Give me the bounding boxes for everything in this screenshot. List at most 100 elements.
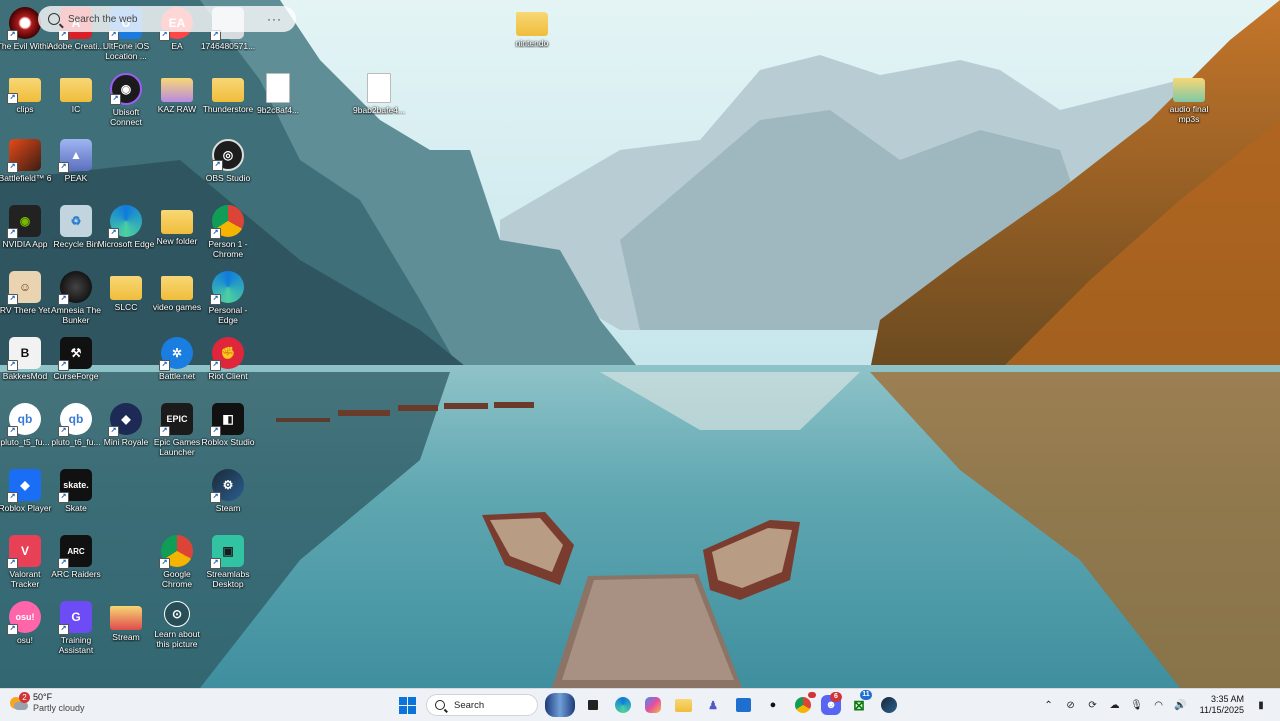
steam-app-icon[interactable] xyxy=(877,693,901,717)
alien-app-icon[interactable]: ● xyxy=(761,693,785,717)
new-folder-icon[interactable]: New folder xyxy=(148,202,206,264)
cloud-icon[interactable]: ☁ xyxy=(1107,697,1123,713)
desktop-icon-label: Streamlabs Desktop xyxy=(206,569,250,589)
teams-app-icon[interactable]: ♟ xyxy=(701,693,725,717)
skate-icon[interactable]: skate. ↗ Skate xyxy=(47,466,105,528)
file-glyph xyxy=(367,73,391,103)
video-games-folder-icon[interactable]: video games xyxy=(148,268,206,330)
sync-icon[interactable]: ⟳ xyxy=(1085,697,1101,713)
rv-there-yet-icon[interactable]: ☺ ↗ RV There Yet xyxy=(0,268,54,330)
chrome-app-icon[interactable] xyxy=(791,692,816,717)
file-9b2c8af4-icon[interactable]: 9b2c8af4... xyxy=(249,70,307,132)
wifi-icon[interactable]: ◠ xyxy=(1151,697,1167,713)
edge-personal-icon[interactable]: ↗ Personal - Edge xyxy=(199,268,257,330)
roblox-player-icon[interactable]: ◆ ↗ Roblox Player xyxy=(0,466,54,528)
roblox-studio-icon[interactable]: ◧ ↗ Roblox Studio xyxy=(199,400,257,462)
clips-folder-icon[interactable]: ↗ clips xyxy=(0,70,54,132)
desktop-icon-label: UltFone iOS Location ... xyxy=(102,41,150,61)
network-disabled-icon[interactable]: ⊘ xyxy=(1063,697,1079,713)
bakkesmod-glyph: B ↗ xyxy=(7,337,41,371)
osu-icon[interactable]: osu! ↗ osu! xyxy=(0,598,54,660)
copilot-app-icon[interactable] xyxy=(641,693,665,717)
desktop-icon-label: Learn about this picture xyxy=(154,629,200,649)
peak-icon[interactable]: ▲ ↗ PEAK xyxy=(47,136,105,198)
volume-icon[interactable]: 🔊 xyxy=(1173,697,1189,713)
pluto-t5-icon[interactable]: qb ↗ pluto_t5_fu... xyxy=(0,400,54,462)
arc-raiders-glyph: ARC ↗ xyxy=(58,535,92,569)
mini-royale-icon[interactable]: ◆ ↗ Mini Royale xyxy=(97,400,155,462)
store-app-icon[interactable] xyxy=(731,693,755,717)
ubisoft-glyph: ◉ ↗ xyxy=(110,73,142,105)
desktop-icon-label: Stream xyxy=(112,632,140,642)
stream-folder-icon[interactable]: Stream xyxy=(97,598,155,660)
desktop-icon-label: PEAK xyxy=(64,173,88,183)
bakkesmod-icon[interactable]: B ↗ BakkesMod xyxy=(0,334,54,396)
streamlabs-glyph: ▣ ↗ xyxy=(210,535,244,569)
ubisoft-connect-icon[interactable]: ◉ ↗ Ubisoft Connect xyxy=(97,70,155,132)
folder-glyph xyxy=(60,78,92,102)
camera-glyph: ⊙ xyxy=(164,601,190,627)
desktop-icon-label: osu! xyxy=(16,635,34,645)
search-highlight-icon[interactable] xyxy=(545,693,575,717)
battlefield-6-icon[interactable]: ↗ Battlefield™ 6 xyxy=(0,136,54,198)
microphone-icon[interactable]: 🎙 xyxy=(1129,697,1145,713)
file-explorer-app-icon[interactable] xyxy=(671,693,695,717)
chrome-person-1-icon[interactable]: ↗ Person 1 - Chrome xyxy=(199,202,257,264)
clock-date: 11/15/2025 xyxy=(1199,705,1244,715)
search-icon xyxy=(48,13,60,25)
xbox-app-icon[interactable]: ⊠ 11 xyxy=(847,690,872,717)
battle-net-icon[interactable]: ✲ ↗ Battle.net xyxy=(148,334,206,396)
web-search-bar[interactable]: Search the web ··· xyxy=(38,6,296,32)
file-9bab2bafe4-icon[interactable]: 9bab2bafe4... xyxy=(350,70,408,132)
kaz-raw-folder-icon[interactable]: KAZ RAW xyxy=(148,70,206,132)
desktop-icon-label: SLCC xyxy=(114,302,138,312)
arc-raiders-icon[interactable]: ARC ↗ ARC Raiders xyxy=(47,532,105,594)
nintendo-folder-icon[interactable]: nintendo xyxy=(503,4,561,66)
weather-badge: 2 xyxy=(19,692,30,703)
valorant-tracker-icon[interactable]: V ↗ Valorant Tracker xyxy=(0,532,54,594)
desktop-icon-label: Valorant Tracker xyxy=(9,569,41,589)
pluto-glyph: qb ↗ xyxy=(58,403,92,437)
desktop-icon-label: KAZ RAW xyxy=(157,104,197,114)
desktop-icon-label: Battle.net xyxy=(159,371,195,381)
desktop-icon-label: OBS Studio xyxy=(205,173,251,183)
epic-games-launcher-icon[interactable]: EPIC ↗ Epic Games Launcher xyxy=(148,400,206,462)
edge-app-icon[interactable] xyxy=(611,693,635,717)
slcc-folder-icon[interactable]: SLCC xyxy=(97,268,155,330)
chrome-glyph: ↗ xyxy=(159,535,193,569)
desktop-icon-label: Steam xyxy=(215,503,241,513)
training-assistant-glyph: G ↗ xyxy=(58,601,92,635)
curseforge-icon[interactable]: ⚒ ↗ CurseForge xyxy=(47,334,105,396)
chevron-up-icon[interactable]: ⌃ xyxy=(1041,697,1057,713)
discord-app-icon[interactable]: ☻ 6 xyxy=(821,692,842,715)
curseforge-glyph: ⚒ ↗ xyxy=(58,337,92,371)
desktop-icon-label: 9b2c8af4... xyxy=(256,105,300,115)
start-button[interactable] xyxy=(395,693,419,717)
desktop-icon-label: 9bab2bafe4... xyxy=(353,105,405,115)
epic-glyph: EPIC ↗ xyxy=(159,403,193,437)
audio-final-mp3s-folder-icon[interactable]: audio final mp3s xyxy=(1160,70,1218,132)
microsoft-edge-icon[interactable]: ↗ Microsoft Edge xyxy=(97,202,155,264)
google-chrome-icon[interactable]: ↗ Google Chrome xyxy=(148,532,206,594)
desktop-icon-label: The Evil Within xyxy=(0,41,54,51)
more-options-icon[interactable]: ··· xyxy=(267,12,282,26)
obs-studio-icon[interactable]: ◎ ↗ OBS Studio xyxy=(199,136,257,198)
search-input[interactable]: Search the web xyxy=(68,14,267,25)
notification-bell-icon[interactable]: ▮ xyxy=(1253,697,1269,713)
desktop-icon-label: EA xyxy=(171,41,183,51)
file-glyph xyxy=(266,73,290,103)
learn-about-picture-icon[interactable]: ⊙ Learn about this picture xyxy=(148,598,206,660)
riot-client-icon[interactable]: ✊ ↗ Riot Client xyxy=(199,334,257,396)
desktop-icon-label: CurseForge xyxy=(53,371,99,381)
streamlabs-desktop-icon[interactable]: ▣ ↗ Streamlabs Desktop xyxy=(199,532,257,594)
desktop-icon-label: video games xyxy=(152,302,202,312)
task-view-icon[interactable] xyxy=(581,693,605,717)
weather-widget[interactable]: 2 50°F Partly cloudy xyxy=(8,692,85,714)
desktop-icon-label: Battlefield™ 6 xyxy=(0,173,52,183)
nvidia-app-icon[interactable]: ◉ ↗ NVIDIA App xyxy=(0,202,54,264)
xbox-badge: 11 xyxy=(860,690,872,700)
steam-icon[interactable]: ⚙ ↗ Steam xyxy=(199,466,257,528)
the-evil-within-glyph: ↗ xyxy=(7,7,41,41)
clock[interactable]: 3:35 AM 11/15/2025 xyxy=(1200,694,1244,716)
taskbar-search-box[interactable]: Search xyxy=(426,694,538,716)
